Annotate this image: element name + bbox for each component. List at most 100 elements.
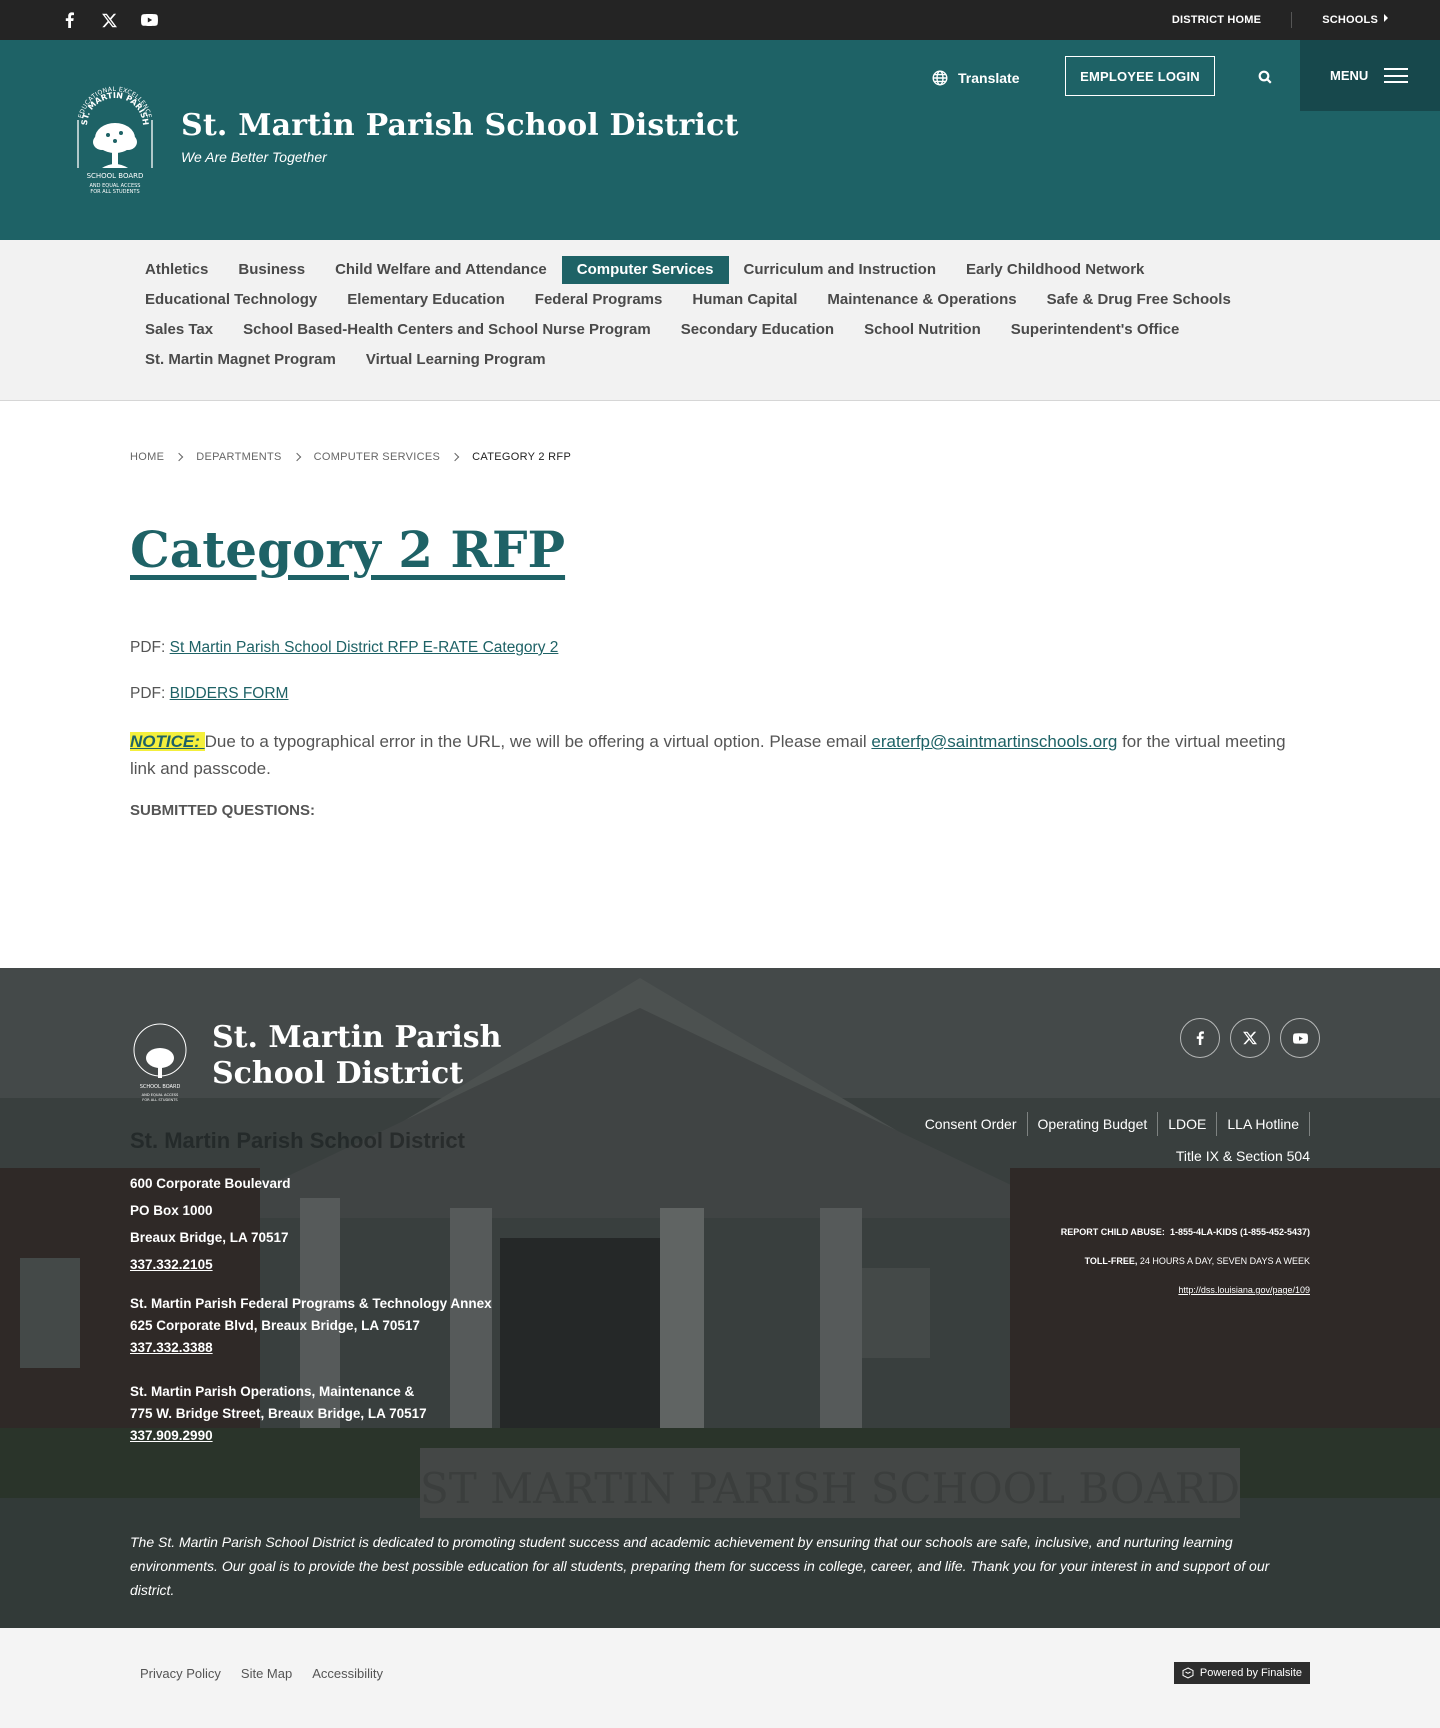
phone-link[interactable]: 337.332.3388 [130,1340,213,1355]
breadcrumb-link[interactable]: HOME [130,451,164,463]
schools-dropdown[interactable]: SCHOOLS [1292,12,1388,28]
pdf-prefix: PDF: [130,639,166,656]
logo-line2-text: FOR ALL STUDENTS [90,189,139,195]
abuse-number: 1-855-4LA-KIDS (1-855-452-5437) [1169,1227,1310,1237]
tree-icon [93,123,137,168]
translate-label: Translate [958,70,1020,86]
report-abuse-line: REPORT CHILD ABUSE: 1-855-4LA-KIDS (1-85… [1061,1227,1310,1237]
consent-order-link[interactable]: Consent Order [915,1112,1027,1136]
dept-nav-item[interactable]: Human Capital [677,285,812,315]
facebook-icon[interactable] [60,11,78,29]
logo-board-text: SCHOOL BOARD [87,172,144,180]
footer-district-name: St. Martin Parish School District [212,1020,502,1091]
breadcrumb: HOME DEPARTMENTS COMPUTER SERVICES CATEGORY… [130,451,571,463]
pdf-line-bidders: PDF: BIDDERS FORM [130,682,1310,706]
footer-links: Consent Order Operating Budget LDOE LLA … [890,1112,1310,1176]
dept-nav-item[interactable]: Early Childhood Network [951,255,1159,285]
dept-nav-item[interactable]: Elementary Education [332,285,520,315]
privacy-policy-link[interactable]: Privacy Policy [130,1664,231,1684]
pdf-prefix: PDF: [130,685,166,702]
department-nav-list: Athletics Business Child Welfare and Atten… [130,255,1310,375]
main-content: PDF: St Martin Parish School District RF… [130,636,1310,819]
breadcrumb-link[interactable]: COMPUTER SERVICES [314,451,441,463]
dept-nav-item[interactable]: Athletics [130,255,223,285]
bottom-bar: Privacy Policy Site Map Accessibility Po… [0,1628,1440,1728]
tollfree-text: 24 HOURS A DAY, SEVEN DAYS A WEEK [1139,1256,1310,1266]
title-ix-link[interactable]: Title IX & Section 504 [1166,1144,1310,1168]
dept-nav-item[interactable]: School Based-Health Centers and School N… [228,315,666,345]
phone-link[interactable]: 337.332.2105 [130,1257,213,1272]
dept-nav-item[interactable]: Secondary Education [666,315,849,345]
utility-bar: DISTRICT HOME SCHOOLS [0,0,1440,40]
menu-button[interactable]: MENU [1300,40,1440,111]
email-link[interactable]: eraterfp@saintmartinschools.org [871,732,1117,751]
schools-label: SCHOOLS [1322,14,1378,26]
footer-logo-board-text: SCHOOL BOARD [140,1084,181,1090]
dept-nav-item[interactable]: Business [223,255,320,285]
dept-nav-item[interactable]: Maintenance & Operations [812,285,1031,315]
footer-annex-address: St. Martin Parish Federal Programs & Tec… [130,1293,492,1359]
x-twitter-icon[interactable] [100,11,118,29]
district-logo[interactable]: EDUCATIONAL EXCELLENCE ST. MARTIN PARISH… [72,80,158,198]
powered-label: Powered by Finalsite [1199,1667,1302,1679]
district-home-link[interactable]: DISTRICT HOME [1142,12,1293,28]
lla-hotline-link[interactable]: LLA Hotline [1216,1112,1310,1136]
dept-nav-item[interactable]: School Nutrition [849,315,996,345]
bidders-form-link[interactable]: BIDDERS FORM [170,685,289,702]
breadcrumb-current: CATEGORY 2 RFP [472,451,572,463]
dept-nav-item[interactable]: Computer Services [561,256,729,284]
page-title: Category 2 RFP [130,520,566,579]
dept-nav-item[interactable]: Curriculum and Instruction [729,255,952,285]
tree-icon [146,1048,174,1078]
dss-link[interactable]: http://dss.louisiana.gov/page/109 [1178,1285,1310,1295]
tollfree-line: TOLL-FREE, 24 HOURS A DAY, SEVEN DAYS A … [1085,1256,1310,1266]
youtube-icon[interactable] [140,11,158,29]
globe-icon [932,70,948,86]
footer-social-links [1180,1018,1320,1058]
rfp-pdf-link[interactable]: St Martin Parish School District RFP E-R… [170,639,559,656]
facebook-icon[interactable] [1180,1018,1220,1058]
notice-text: Due to a typographical error in the URL,… [204,732,872,751]
abuse-label: REPORT CHILD ABUSE: [1060,1227,1165,1237]
site-tagline: We Are Better Together [181,149,327,165]
tollfree-label: TOLL-FREE, [1084,1256,1138,1266]
search-button[interactable] [1254,66,1276,88]
dept-nav-item[interactable]: Educational Technology [130,285,332,315]
footer-logo[interactable]: SCHOOL BOARD AND EQUAL ACCESS FOR ALL ST… [130,1022,190,1104]
operating-budget-link[interactable]: Operating Budget [1026,1112,1158,1136]
pdf-line-rfp: PDF: St Martin Parish School District RF… [130,636,1310,660]
footer-main-address: 600 Corporate Boulevard PO Box 1000 Brea… [130,1170,291,1278]
employee-login-button[interactable]: EMPLOYEE LOGIN [1065,56,1215,96]
dept-nav-item[interactable]: Superintendent's Office [996,315,1195,345]
search-icon [1258,70,1272,84]
hamburger-icon [1384,68,1409,83]
footer-logo-line2-text: FOR ALL STUDENTS [142,1098,178,1102]
site-name[interactable]: St. Martin Parish School District [181,108,739,143]
powered-by-finalsite-badge[interactable]: Powered by Finalsite [1173,1662,1310,1684]
x-twitter-icon[interactable] [1230,1018,1270,1058]
footer-ghost-text: St. Martin Parish School District [130,1128,465,1153]
accessibility-link[interactable]: Accessibility [302,1664,393,1684]
dept-nav-item[interactable]: Federal Programs [520,285,678,315]
chevron-right-icon [292,452,301,462]
youtube-icon[interactable] [1280,1018,1320,1058]
translate-button[interactable]: Translate [932,66,1019,90]
notice-label: NOTICE: [130,732,205,751]
dept-nav-item[interactable]: Virtual Learning Program [351,345,561,375]
chevron-right-icon [450,452,460,462]
dept-nav-item[interactable]: Sales Tax [130,315,228,345]
mission-statement: The St. Martin Parish School District is… [130,1534,1270,1598]
dept-nav-item[interactable]: Safe & Drug Free Schools [1032,285,1246,315]
operations-address: 775 W. Bridge Street, Breaux Bridge, LA … [130,1406,427,1421]
breadcrumb-link[interactable]: DEPARTMENTS [196,451,281,463]
site-footer: ST MARTIN PARISH SCHOOL BOARD SCHOOL BOA… [0,968,1440,1628]
address-line: Breaux Bridge, LA 70517 [130,1230,289,1245]
operations-name: St. Martin Parish Operations, Maintenanc… [130,1384,415,1399]
ldoe-link[interactable]: LDOE [1157,1112,1216,1136]
dept-nav-item[interactable]: St. Martin Magnet Program [130,345,351,375]
site-map-link[interactable]: Site Map [231,1664,302,1684]
phone-link[interactable]: 337.909.2990 [130,1428,213,1443]
submitted-questions-heading: SUBMITTED QUESTIONS: [130,802,316,819]
dept-nav-item[interactable]: Child Welfare and Attendance [320,255,562,285]
notice-paragraph: NOTICE: Due to a typographical error in … [130,728,1310,782]
